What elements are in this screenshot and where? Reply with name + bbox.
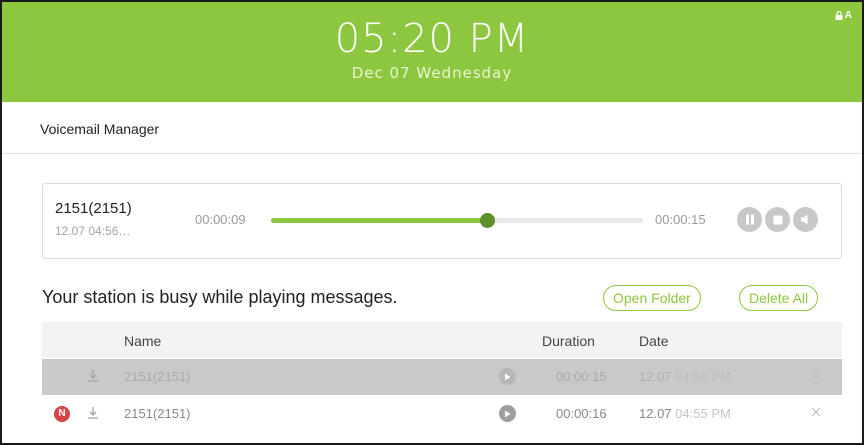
play-button[interactable] (499, 368, 516, 385)
play-button[interactable] (499, 405, 516, 422)
clock-date: Dec 07 Wednesday (351, 64, 513, 82)
delete-icon[interactable] (810, 368, 822, 386)
pause-button[interactable] (737, 207, 762, 232)
column-header-duration[interactable]: Duration (542, 333, 595, 349)
row-date-time: 04:55 PM (675, 406, 731, 421)
play-icon (504, 405, 511, 423)
column-header-date[interactable]: Date (639, 333, 669, 349)
progress-handle[interactable] (479, 213, 495, 228)
table-row[interactable]: 2151(2151) 00:00:15 12.07 04:56 PM (42, 359, 842, 395)
voicemail-player: 2151(2151) 12.07 04:56… 00:00:09 00:00:1… (42, 183, 842, 259)
player-caller: 2151(2151) (55, 200, 132, 217)
total-time: 00:00:15 (655, 212, 706, 227)
row-date-day: 12.07 (639, 406, 672, 421)
delete-all-button[interactable]: Delete All (739, 285, 819, 311)
pause-icon (745, 214, 755, 225)
playback-controls (737, 207, 818, 232)
row-duration: 00:00:16 (556, 406, 607, 421)
clock-header: 05:20 PM Dec 07 Wednesday A (2, 2, 862, 102)
play-icon (504, 368, 511, 386)
voicemail-window: 05:20 PM Dec 07 Wednesday A Voicemail Ma… (0, 0, 864, 445)
player-caller-time: 12.07 04:56… (55, 224, 131, 238)
title-bar: Voicemail Manager (2, 102, 862, 154)
page-title: Voicemail Manager (40, 121, 160, 137)
stop-icon (773, 215, 783, 225)
elapsed-time: 00:00:09 (195, 212, 246, 227)
row-date: 12.07 04:56 PM (639, 369, 731, 384)
row-duration: 00:00:15 (556, 369, 607, 384)
column-header-name[interactable]: Name (124, 333, 161, 349)
open-folder-button[interactable]: Open Folder (603, 285, 701, 311)
clock-time: 05:20 PM (334, 16, 530, 62)
row-name: 2151(2151) (124, 369, 191, 384)
table-row[interactable]: N 2151(2151) 00:00:16 12.07 04:55 PM (42, 396, 842, 432)
keypad-lock-indicator[interactable]: A (835, 10, 852, 21)
lock-label: A (844, 10, 852, 21)
progress-fill (271, 218, 487, 223)
busy-message: Your station is busy while playing messa… (42, 287, 398, 307)
new-message-badge: N (54, 406, 70, 422)
row-date: 12.07 04:55 PM (639, 406, 731, 421)
volume-button[interactable] (793, 207, 818, 232)
table-header: Name Duration Date (42, 322, 842, 358)
delete-icon[interactable] (810, 405, 822, 423)
download-icon[interactable] (87, 406, 99, 425)
stop-button[interactable] (765, 207, 790, 232)
row-date-day: 12.07 (639, 369, 672, 384)
lock-icon (835, 11, 843, 20)
download-icon[interactable] (87, 369, 99, 388)
volume-icon (800, 214, 811, 225)
row-name: 2151(2151) (124, 406, 191, 421)
row-date-time: 04:56 PM (675, 369, 731, 384)
progress-track[interactable] (271, 213, 643, 228)
